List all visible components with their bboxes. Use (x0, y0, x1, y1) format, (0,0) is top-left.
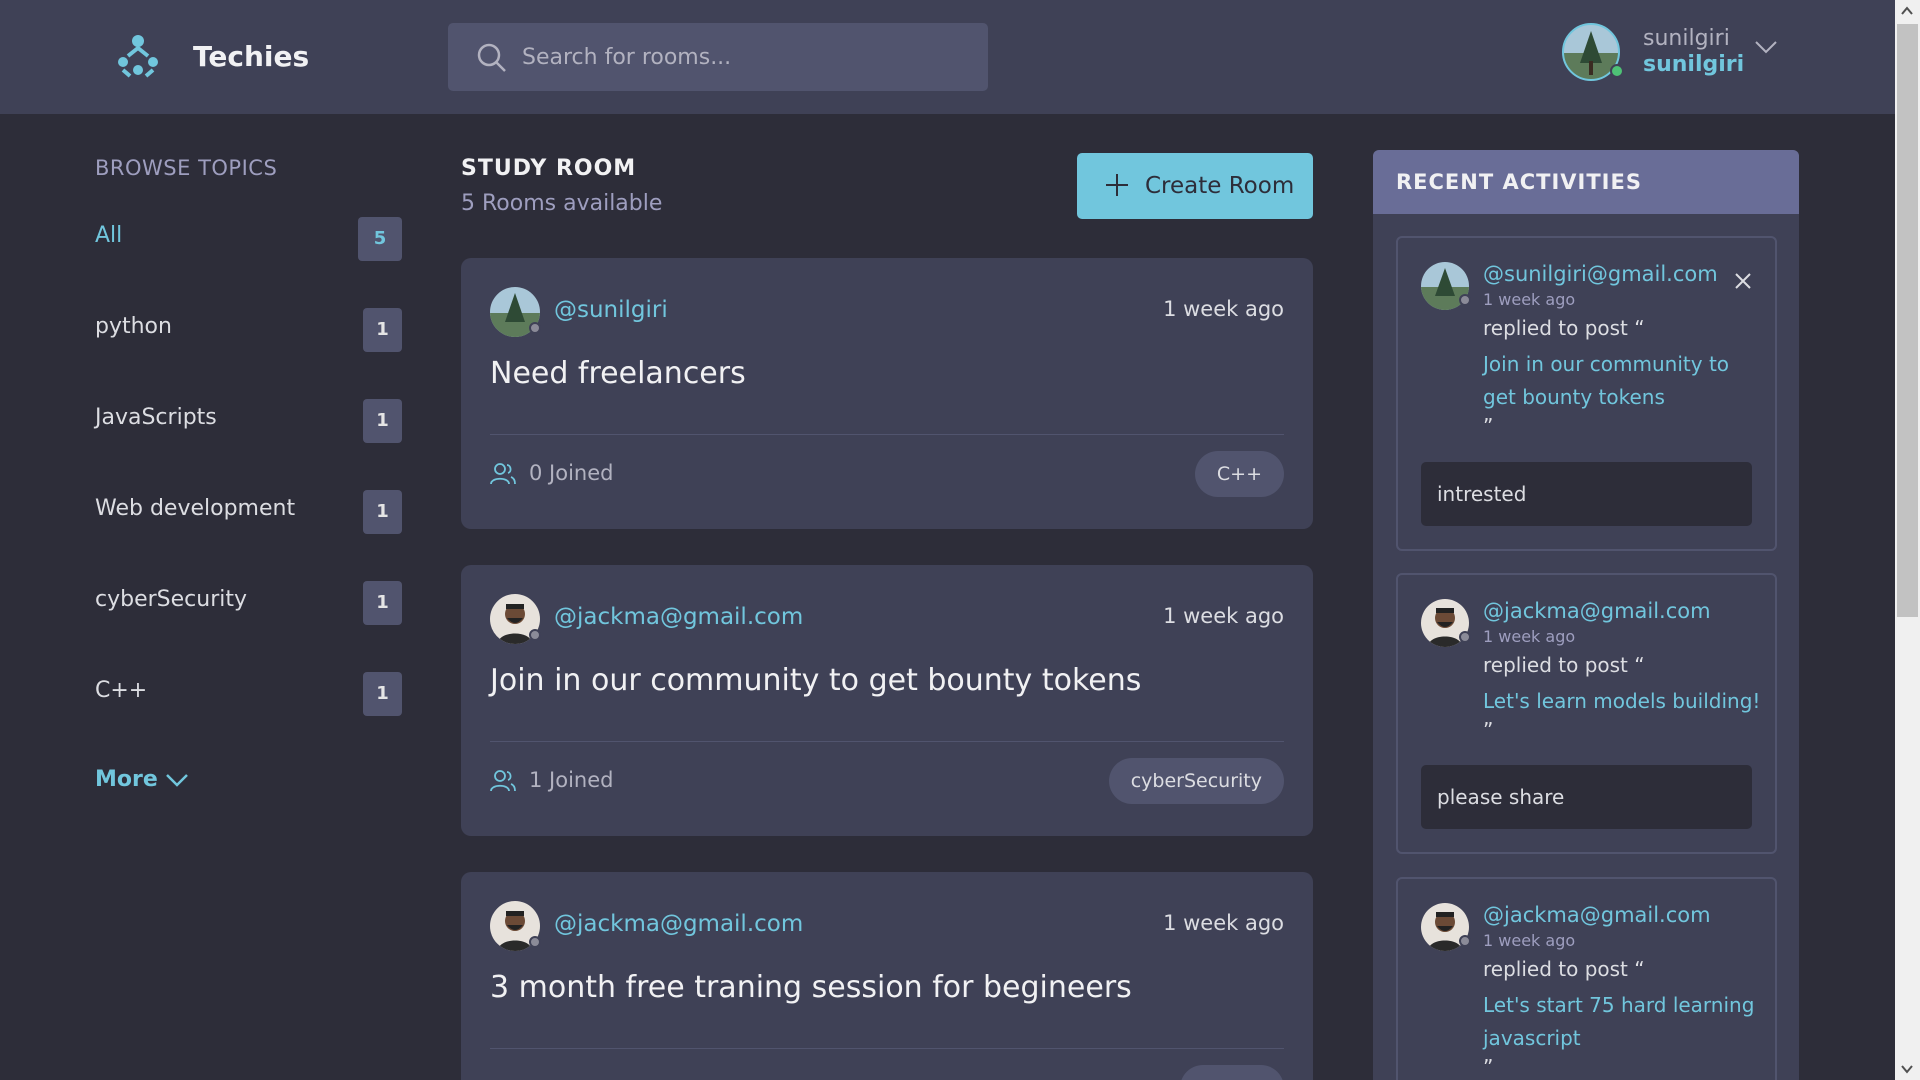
scroll-down-arrow-icon[interactable] (1901, 1064, 1913, 1074)
topic-count-badge: 1 (363, 672, 402, 716)
plus-icon (1106, 174, 1128, 196)
room-topic-tag[interactable]: C++ (1194, 451, 1284, 497)
topic-count-badge: 5 (358, 217, 402, 261)
status-dot (1459, 935, 1471, 947)
room-card[interactable]: @jackma@gmail.com 1 week ago Join in our… (461, 565, 1313, 836)
close-icon[interactable] (1734, 272, 1752, 290)
topic-item-web-development[interactable]: Web development 1 (95, 490, 402, 536)
topic-item-cybersecurity[interactable]: cyberSecurity 1 (95, 581, 402, 627)
online-status-indicator (1610, 64, 1624, 78)
topic-label: All (95, 223, 123, 248)
status-dot (529, 322, 541, 334)
room-card[interactable]: @sunilgiri 1 week ago Need freelancers 0… (461, 258, 1313, 529)
page-scrollbar[interactable] (1895, 0, 1920, 1080)
status-dot (529, 936, 541, 948)
topic-item-cpp[interactable]: C++ 1 (95, 672, 402, 718)
joined-count: 0 Joined (529, 461, 614, 485)
people-icon (490, 463, 516, 485)
search-input[interactable] (522, 23, 962, 91)
topic-label: cyberSecurity (95, 587, 248, 612)
divider (490, 1048, 1284, 1049)
room-title-link[interactable]: 3 month free traning session for beginee… (490, 970, 1132, 1005)
close-quote: ” (1483, 1055, 1494, 1079)
room-card[interactable]: @jackma@gmail.com 1 week ago 3 month fre… (461, 872, 1313, 1080)
people-icon (490, 770, 516, 792)
divider (490, 434, 1284, 435)
user-name[interactable]: sunilgiri (1643, 26, 1730, 51)
brand-name[interactable]: Techies (193, 40, 309, 73)
close-quote: ” (1483, 718, 1494, 742)
activity-timestamp: 1 week ago (1483, 290, 1576, 309)
activity-timestamp: 1 week ago (1483, 627, 1576, 646)
topic-count-badge: 1 (363, 490, 402, 534)
room-timestamp: 1 week ago (1163, 911, 1284, 935)
activity-timestamp: 1 week ago (1483, 931, 1576, 950)
chevron-down-icon[interactable] (165, 771, 189, 789)
activity-post-link[interactable]: Let's learn models building! (1483, 685, 1773, 718)
room-title-link[interactable]: Join in our community to get bounty toke… (490, 663, 1141, 698)
activity-post-link[interactable]: Join in our community to get bounty toke… (1483, 348, 1763, 414)
activity-user-link[interactable]: @jackma@gmail.com (1483, 903, 1711, 927)
recent-activities-heading: RECENT ACTIVITIES (1396, 170, 1642, 194)
activity-user-link[interactable]: @sunilgiri@gmail.com (1483, 262, 1718, 286)
recent-activities-panel: RECENT ACTIVITIES @sunilgiri@gmail.com 1… (1373, 150, 1799, 1080)
create-room-button[interactable]: Create Room (1077, 153, 1313, 219)
activity-item: @sunilgiri@gmail.com 1 week ago replied … (1396, 236, 1777, 551)
scrollbar-thumb[interactable] (1897, 24, 1918, 617)
room-host-link[interactable]: @jackma@gmail.com (554, 604, 803, 630)
joined-count: 1 Joined (529, 768, 614, 792)
recent-activities-header: RECENT ACTIVITIES (1373, 150, 1799, 214)
room-timestamp: 1 week ago (1163, 604, 1284, 628)
divider (490, 741, 1284, 742)
room-title-link[interactable]: Need freelancers (490, 356, 746, 391)
search-box[interactable] (448, 23, 988, 91)
activity-comment: intrested (1421, 462, 1752, 526)
room-host-link[interactable]: @jackma@gmail.com (554, 911, 803, 937)
create-room-label: Create Room (1145, 173, 1295, 199)
top-nav: Techies sunilgiri sunilgiri (0, 0, 1895, 114)
topic-count-badge: 1 (363, 308, 402, 352)
activity-action-text: replied to post “ (1483, 653, 1645, 677)
topic-label: JavaScripts (95, 405, 217, 430)
status-dot (529, 629, 541, 641)
topic-item-python[interactable]: python 1 (95, 308, 402, 354)
topic-label: Web development (95, 496, 296, 521)
techies-logo-icon[interactable] (112, 32, 164, 80)
browse-topics-heading: BROWSE TOPICS (95, 156, 278, 180)
topic-label: python (95, 314, 172, 339)
room-topic-tag[interactable] (1180, 1065, 1284, 1080)
activity-comment: please share (1421, 765, 1752, 829)
close-quote: ” (1483, 414, 1494, 438)
topic-count-badge: 1 (363, 399, 402, 443)
room-topic-tag[interactable]: cyberSecurity (1108, 758, 1284, 804)
topic-item-all[interactable]: All 5 (95, 217, 402, 263)
rooms-available-count: 5 Rooms available (461, 191, 663, 216)
search-icon (477, 43, 506, 72)
topic-item-javascripts[interactable]: JavaScripts 1 (95, 399, 402, 445)
activity-item: @jackma@gmail.com 1 week ago replied to … (1396, 573, 1777, 854)
room-timestamp: 1 week ago (1163, 297, 1284, 321)
status-dot (1459, 294, 1471, 306)
activity-item: @jackma@gmail.com 1 week ago replied to … (1396, 877, 1777, 1080)
room-host-link[interactable]: @sunilgiri (554, 297, 668, 323)
status-dot (1459, 631, 1471, 643)
study-room-heading: STUDY ROOM (461, 156, 637, 181)
activity-user-link[interactable]: @jackma@gmail.com (1483, 599, 1711, 623)
user-handle[interactable]: sunilgiri (1643, 52, 1744, 77)
activity-action-text: replied to post “ (1483, 957, 1645, 981)
scroll-up-arrow-icon[interactable] (1901, 6, 1913, 16)
activity-action-text: replied to post “ (1483, 316, 1645, 340)
topic-label: C++ (95, 678, 148, 703)
more-topics-link[interactable]: More (95, 767, 158, 792)
topic-count-badge: 1 (363, 581, 402, 625)
activity-post-link[interactable]: Let's start 75 hard learning javascript (1483, 989, 1763, 1055)
chevron-down-icon[interactable] (1754, 38, 1778, 56)
